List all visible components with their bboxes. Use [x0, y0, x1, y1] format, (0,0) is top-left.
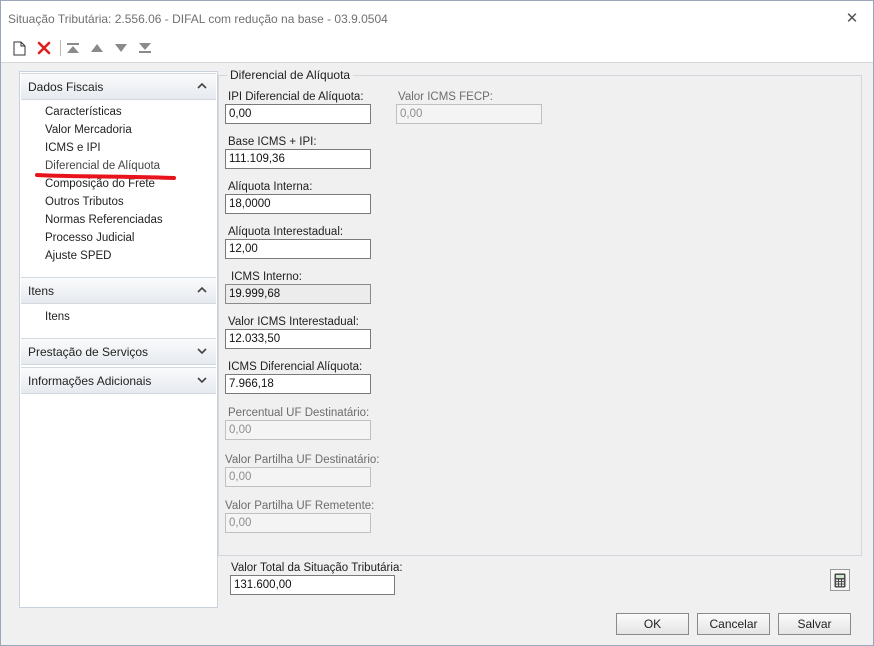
sidebar: Dados Fiscais Características Valor Merc…	[19, 71, 218, 608]
title-bar: Situação Tributária: 2.556.06 - DIFAL co…	[1, 1, 873, 35]
sidebar-item-processo-judicial[interactable]: Processo Judicial	[45, 232, 134, 244]
sidebar-item-outros-tributos[interactable]: Outros Tributos	[45, 196, 124, 208]
total-label: Valor Total da Situação Tributária:	[231, 562, 403, 574]
sidebar-item-itens[interactable]: Itens	[45, 311, 70, 323]
calculator-icon	[834, 573, 846, 587]
base-icms-ipi-input[interactable]: 111.109,36	[225, 149, 371, 169]
section-informacoes-adicionais[interactable]: Informações Adicionais	[21, 367, 216, 394]
chevron-down-icon	[197, 348, 207, 355]
group-title: Diferencial de Alíquota	[227, 68, 354, 82]
field-label: Percentual UF Destinatário:	[228, 407, 370, 419]
move-first-icon[interactable]	[64, 39, 82, 57]
sidebar-item-valor-mercadoria[interactable]: Valor Mercadoria	[45, 124, 132, 136]
toolbar	[1, 35, 873, 63]
partilha-uf-remetente-input: 0,00	[225, 513, 371, 533]
close-icon[interactable]: ✕	[842, 9, 862, 29]
sidebar-item-caracteristicas[interactable]: Características	[45, 106, 122, 118]
move-up-icon[interactable]	[88, 39, 106, 57]
move-down-icon[interactable]	[112, 39, 130, 57]
window-title: Situação Tributária: 2.556.06 - DIFAL co…	[8, 12, 388, 26]
percentual-uf-destinatario-input: 0,00	[225, 420, 371, 440]
chevron-up-icon	[197, 82, 207, 89]
aliquota-interna-input[interactable]: 18,0000	[225, 194, 371, 214]
field-label: ICMS Interno:	[231, 271, 302, 283]
section-itens[interactable]: Itens	[21, 277, 216, 304]
field-label: Valor ICMS FECP:	[398, 91, 493, 103]
sidebar-item-diferencial-aliquota[interactable]: Diferencial de Alíquota	[45, 160, 160, 172]
field-label: Valor Partilha UF Remetente:	[225, 500, 375, 512]
save-button[interactable]: Salvar	[778, 613, 851, 635]
valor-icms-interestadual-input[interactable]: 12.033,50	[225, 329, 371, 349]
field-label: Base ICMS + IPI:	[228, 136, 317, 148]
toolbar-separator	[60, 40, 61, 56]
cancel-button[interactable]: Cancelar	[697, 613, 770, 635]
sidebar-item-composicao-frete[interactable]: Composição do Frete	[45, 178, 155, 190]
section-title: Itens	[28, 284, 55, 298]
delete-icon[interactable]	[35, 39, 53, 57]
new-document-icon[interactable]	[10, 39, 28, 57]
sidebar-item-ajuste-sped[interactable]: Ajuste SPED	[45, 250, 111, 262]
partilha-uf-destinatario-input: 0,00	[225, 467, 371, 487]
field-label: IPI Diferencial de Alíquota:	[228, 91, 364, 103]
section-title: Prestação de Serviços	[28, 345, 149, 359]
move-last-icon[interactable]	[136, 39, 154, 57]
field-label: ICMS Diferencial Alíquota:	[228, 361, 363, 373]
ok-button[interactable]: OK	[616, 613, 689, 635]
field-label: Alíquota Interestadual:	[228, 226, 344, 238]
section-title: Dados Fiscais	[28, 80, 104, 94]
section-prestacao-servicos[interactable]: Prestação de Serviços	[21, 338, 216, 365]
icms-interno-input: 19.999,68	[225, 284, 371, 304]
section-dados-fiscais[interactable]: Dados Fiscais	[21, 73, 216, 100]
field-label: Alíquota Interna:	[228, 181, 313, 193]
valor-total-input[interactable]: 131.600,00	[230, 575, 395, 595]
dialog-window: Situação Tributária: 2.556.06 - DIFAL co…	[0, 0, 874, 646]
field-label: Valor ICMS Interestadual:	[228, 316, 359, 328]
calculator-button[interactable]	[830, 569, 850, 591]
chevron-down-icon	[197, 377, 207, 384]
field-label: Valor Partilha UF Destinatário:	[225, 454, 380, 466]
valor-icms-fecp-input: 0,00	[396, 104, 542, 124]
chevron-up-icon	[197, 286, 207, 293]
sidebar-item-icms-ipi[interactable]: ICMS e IPI	[45, 142, 101, 154]
ipi-diferencial-input[interactable]: 0,00	[225, 104, 371, 124]
aliquota-interestadual-input[interactable]: 12,00	[225, 239, 371, 259]
section-title: Informações Adicionais	[28, 374, 152, 388]
icms-diferencial-aliquota-input[interactable]: 7.966,18	[225, 374, 371, 394]
sidebar-item-normas-referenciadas[interactable]: Normas Referenciadas	[45, 214, 163, 226]
